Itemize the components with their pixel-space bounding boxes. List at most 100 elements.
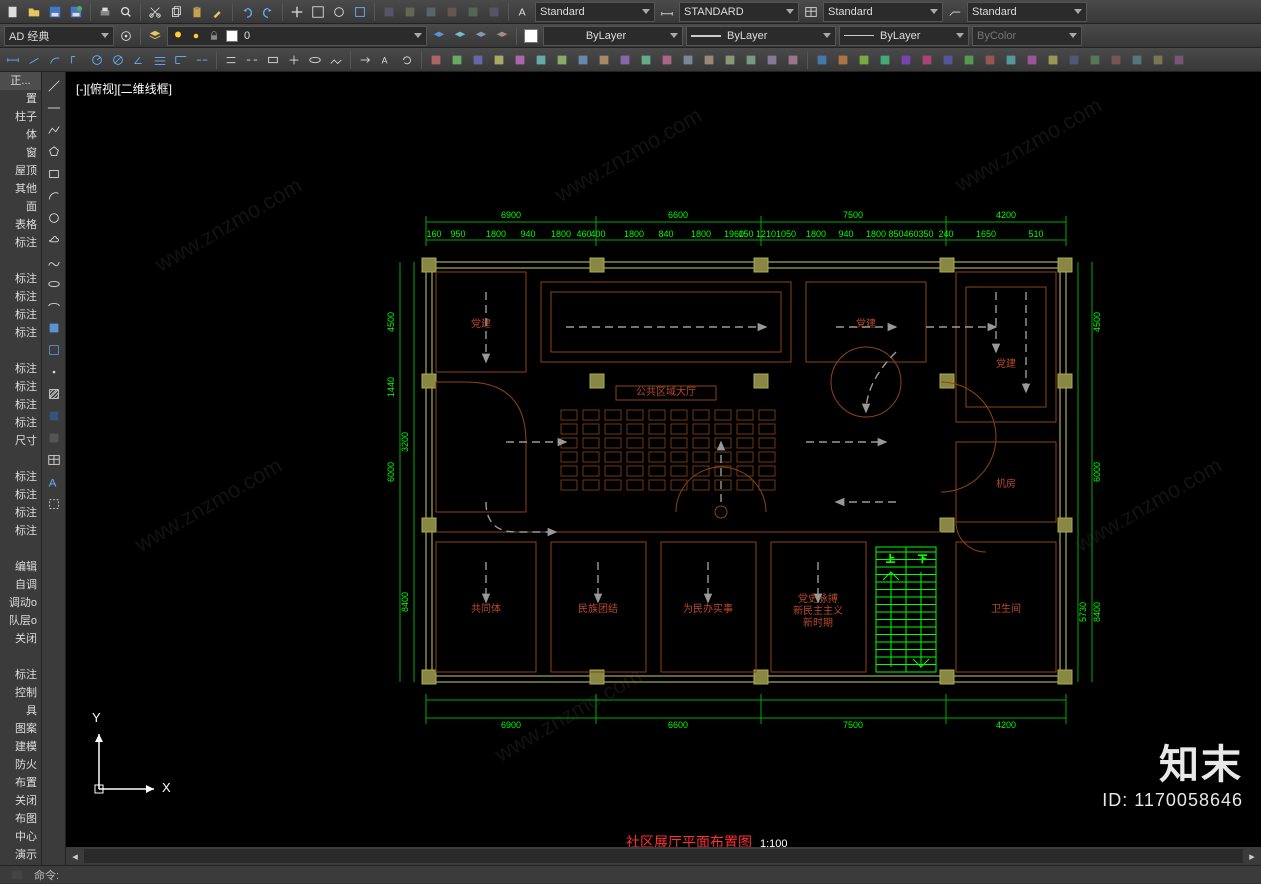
- spline-icon[interactable]: [44, 252, 64, 272]
- copy-icon[interactable]: [167, 3, 185, 21]
- save-icon[interactable]: [46, 3, 64, 21]
- left-panel-item[interactable]: 柱子: [0, 108, 41, 126]
- redo-icon[interactable]: [259, 3, 277, 21]
- left-panel-item[interactable]: 尺寸: [0, 432, 41, 450]
- toolpalette-icon[interactable]: [422, 3, 440, 21]
- left-panel-item[interactable]: 建模: [0, 738, 41, 756]
- left-panel-item[interactable]: 关闭: [0, 792, 41, 810]
- modify-icon[interactable]: [1149, 51, 1167, 69]
- modify-icon[interactable]: [658, 51, 676, 69]
- mleaderstyle-icon[interactable]: [946, 3, 964, 21]
- dimstyle-icon[interactable]: [658, 3, 676, 21]
- left-panel-item[interactable]: 标注: [0, 270, 41, 288]
- calc-icon[interactable]: [485, 3, 503, 21]
- modify-icon[interactable]: [574, 51, 592, 69]
- modify-icon[interactable]: [784, 51, 802, 69]
- modify-icon[interactable]: [918, 51, 936, 69]
- table-icon[interactable]: [44, 450, 64, 470]
- dimtedit-icon[interactable]: A: [377, 51, 395, 69]
- workspace-dropdown[interactable]: AD 经典: [4, 26, 114, 46]
- modify-icon[interactable]: [490, 51, 508, 69]
- left-panel-item[interactable]: 标注: [0, 468, 41, 486]
- textstyle-icon[interactable]: A: [514, 3, 532, 21]
- plotstyle-dropdown[interactable]: ByColor: [972, 26, 1082, 46]
- dim-aligned-icon[interactable]: [25, 51, 43, 69]
- lineweight2-dropdown[interactable]: ByLayer: [839, 26, 969, 46]
- mlstyle-dropdown[interactable]: Standard: [967, 2, 1087, 22]
- dim-quick-icon[interactable]: [151, 51, 169, 69]
- dimedit-icon[interactable]: [356, 51, 374, 69]
- region-icon[interactable]: [44, 428, 64, 448]
- dim-break-icon[interactable]: [243, 51, 261, 69]
- zoom-extents-icon[interactable]: [351, 3, 369, 21]
- left-panel-item[interactable]: 标注: [0, 486, 41, 504]
- zoom-realtime-icon[interactable]: [330, 3, 348, 21]
- modify-icon[interactable]: [595, 51, 613, 69]
- left-panel-item[interactable]: [0, 342, 41, 360]
- designcenter-icon[interactable]: [401, 3, 419, 21]
- saveas-icon[interactable]: [67, 3, 85, 21]
- tablestyle-dropdown[interactable]: Standard: [823, 2, 943, 22]
- modify-icon[interactable]: [981, 51, 999, 69]
- lineweight-dropdown[interactable]: ByLayer: [686, 26, 836, 46]
- left-panel-item[interactable]: [0, 648, 41, 666]
- print-icon[interactable]: [96, 3, 114, 21]
- dimupdate-icon[interactable]: [398, 51, 416, 69]
- modify-icon[interactable]: [511, 51, 529, 69]
- left-panel-item[interactable]: 演示: [0, 846, 41, 864]
- revcloud-icon[interactable]: [44, 230, 64, 250]
- scroll-left-icon[interactable]: ◂: [66, 847, 84, 865]
- left-panel-item[interactable]: 中心: [0, 828, 41, 846]
- dim-continue-icon[interactable]: [193, 51, 211, 69]
- model-space[interactable]: [-][俯视][二维线框] www.znzmo.com www.znzmo.co…: [66, 72, 1261, 865]
- left-panel-item[interactable]: 关闭: [0, 630, 41, 648]
- rectangle-icon[interactable]: [44, 164, 64, 184]
- arc-icon[interactable]: [44, 186, 64, 206]
- modify-icon[interactable]: [876, 51, 894, 69]
- tablestyle-icon[interactable]: [802, 3, 820, 21]
- dim-angular-icon[interactable]: [130, 51, 148, 69]
- modify-icon[interactable]: [679, 51, 697, 69]
- modify-icon[interactable]: [897, 51, 915, 69]
- layer-iso-icon[interactable]: [451, 27, 469, 45]
- modify-icon[interactable]: [960, 51, 978, 69]
- layer-off-icon[interactable]: [493, 27, 511, 45]
- modify-icon[interactable]: [742, 51, 760, 69]
- hatch-icon[interactable]: [44, 384, 64, 404]
- left-panel-item[interactable]: 标注: [0, 234, 41, 252]
- dimstyle-dropdown[interactable]: STANDARD: [679, 2, 799, 22]
- linetype-dropdown[interactable]: ByLayer: [543, 26, 683, 46]
- layer-manager-icon[interactable]: [146, 27, 164, 45]
- left-panel-item[interactable]: 调动o: [0, 594, 41, 612]
- left-panel-item[interactable]: 标注: [0, 414, 41, 432]
- inspect-icon[interactable]: [306, 51, 324, 69]
- left-panel-item[interactable]: 面: [0, 198, 41, 216]
- ellipse-icon[interactable]: [44, 274, 64, 294]
- left-panel-item[interactable]: 标注: [0, 360, 41, 378]
- polygon-icon[interactable]: [44, 142, 64, 162]
- modify-icon[interactable]: [1065, 51, 1083, 69]
- workspace-settings-icon[interactable]: [117, 27, 135, 45]
- left-panel-item[interactable]: 窗: [0, 144, 41, 162]
- modify-icon[interactable]: [427, 51, 445, 69]
- properties-icon[interactable]: [380, 3, 398, 21]
- point-icon[interactable]: [44, 362, 64, 382]
- cut-icon[interactable]: [146, 3, 164, 21]
- modify-icon[interactable]: [813, 51, 831, 69]
- dim-linear-icon[interactable]: [4, 51, 22, 69]
- zoom-window-icon[interactable]: [309, 3, 327, 21]
- xline-icon[interactable]: [44, 98, 64, 118]
- new-icon[interactable]: [4, 3, 22, 21]
- color-control-icon[interactable]: [522, 27, 540, 45]
- left-panel-item[interactable]: [0, 540, 41, 558]
- pline-icon[interactable]: [44, 120, 64, 140]
- left-panel-item[interactable]: 队层o: [0, 612, 41, 630]
- layer-dropdown[interactable]: 0: [167, 26, 427, 46]
- hscrollbar[interactable]: ◂ ▸: [66, 847, 1261, 865]
- centermark-icon[interactable]: [285, 51, 303, 69]
- left-panel-item[interactable]: 屋顶: [0, 162, 41, 180]
- layer-prev-icon[interactable]: [430, 27, 448, 45]
- undo-icon[interactable]: [238, 3, 256, 21]
- modify-icon[interactable]: [939, 51, 957, 69]
- dim-diameter-icon[interactable]: [109, 51, 127, 69]
